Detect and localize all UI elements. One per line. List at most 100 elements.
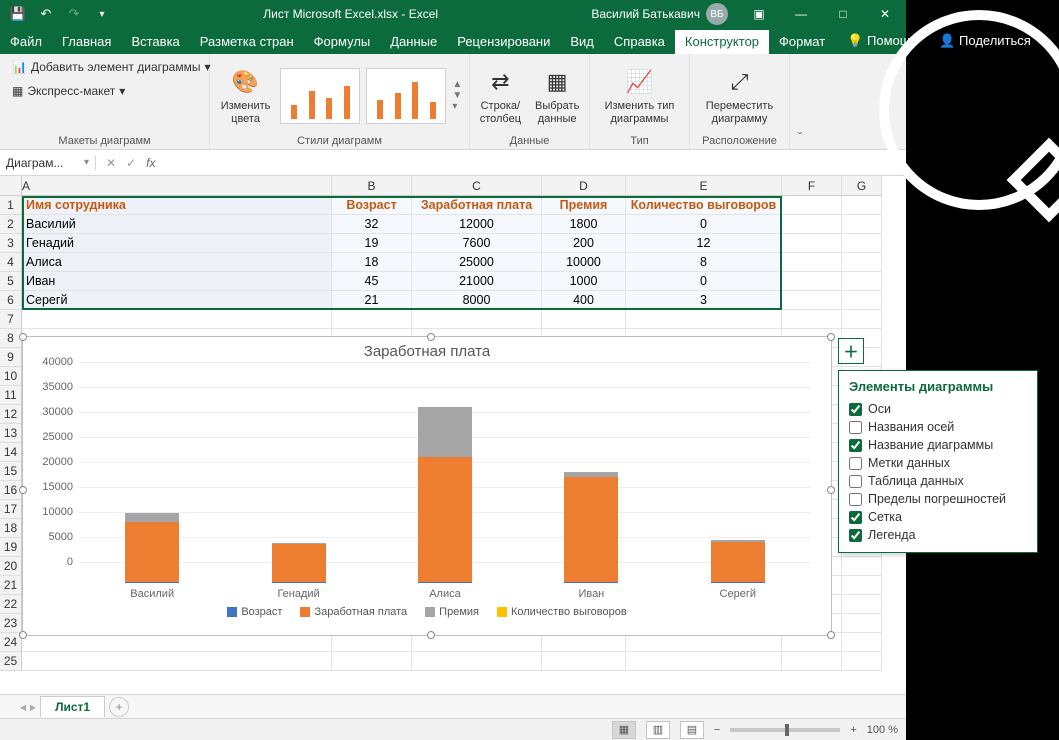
chart-element-option[interactable]: Пределы погрешностей xyxy=(849,490,1027,508)
checkbox[interactable] xyxy=(849,457,862,470)
ribbon-tab[interactable]: Данные xyxy=(380,30,447,54)
col-header[interactable]: B xyxy=(332,176,412,196)
cell[interactable] xyxy=(412,310,542,329)
row-header[interactable]: 12 xyxy=(0,405,22,424)
ribbon-tab[interactable]: Справка xyxy=(604,30,675,54)
cell[interactable]: Генадий xyxy=(22,234,332,253)
checkbox[interactable] xyxy=(849,439,862,452)
cell[interactable] xyxy=(842,614,882,633)
cell[interactable] xyxy=(842,595,882,614)
cell[interactable] xyxy=(782,253,842,272)
resize-handle[interactable] xyxy=(427,631,435,639)
name-box[interactable]: Диаграм...▾ xyxy=(0,156,96,170)
cell[interactable]: Серегй xyxy=(22,291,332,310)
bar-segment[interactable] xyxy=(125,513,179,522)
row-header[interactable]: 15 xyxy=(0,462,22,481)
chart-element-option[interactable]: Оси xyxy=(849,400,1027,418)
select-all-corner[interactable] xyxy=(0,176,22,196)
row-header[interactable]: 3 xyxy=(0,234,22,253)
chart-plot-area[interactable]: 0500010000150002000025000300003500040000… xyxy=(79,362,811,582)
row-header[interactable]: 6 xyxy=(0,291,22,310)
ribbon-tab[interactable]: Формат xyxy=(769,30,835,54)
cell[interactable] xyxy=(626,310,782,329)
checkbox[interactable] xyxy=(849,511,862,524)
cell[interactable]: 8000 xyxy=(412,291,542,310)
cell[interactable] xyxy=(782,652,842,671)
cell[interactable] xyxy=(22,652,332,671)
page-layout-view-icon[interactable]: ▥ xyxy=(646,721,670,739)
minimize-icon[interactable]: — xyxy=(780,0,822,28)
cell[interactable]: 400 xyxy=(542,291,626,310)
col-header[interactable]: C xyxy=(412,176,542,196)
page-break-view-icon[interactable]: ▤ xyxy=(680,721,704,739)
switch-row-column-button[interactable]: ⇄Строка/ столбец xyxy=(476,64,525,126)
row-header[interactable]: 14 xyxy=(0,443,22,462)
cell[interactable]: 18 xyxy=(332,253,412,272)
cell[interactable] xyxy=(842,272,882,291)
row-header[interactable]: 21 xyxy=(0,576,22,595)
chart-element-option[interactable]: Названия осей xyxy=(849,418,1027,436)
maximize-icon[interactable]: □ xyxy=(822,0,864,28)
checkbox[interactable] xyxy=(849,475,862,488)
change-chart-type-button[interactable]: 📈Изменить тип диаграммы xyxy=(601,64,679,126)
cell[interactable]: Алиса xyxy=(22,253,332,272)
cell[interactable] xyxy=(842,291,882,310)
cell[interactable]: Премия xyxy=(542,196,626,215)
legend-item[interactable]: Возраст xyxy=(227,606,282,618)
cell[interactable] xyxy=(842,196,882,215)
col-header[interactable]: F xyxy=(782,176,842,196)
cell[interactable]: 3 xyxy=(626,291,782,310)
cell[interactable] xyxy=(842,253,882,272)
bar-segment[interactable] xyxy=(272,544,326,582)
collapse-ribbon-icon[interactable]: ˇ xyxy=(790,54,810,149)
account-chip[interactable]: Василий Батькавич ВБ xyxy=(581,3,738,25)
checkbox[interactable] xyxy=(849,403,862,416)
cell[interactable] xyxy=(842,310,882,329)
zoom-in-button[interactable]: + xyxy=(850,724,856,736)
cell[interactable]: 10000 xyxy=(542,253,626,272)
cell[interactable]: 45 xyxy=(332,272,412,291)
col-header[interactable]: G xyxy=(842,176,882,196)
quick-layout-button[interactable]: ▦Экспресс-макет ▾ xyxy=(8,82,129,100)
cell[interactable]: 21000 xyxy=(412,272,542,291)
cell[interactable]: Имя сотрудника xyxy=(22,196,332,215)
legend-item[interactable]: Премия xyxy=(425,606,479,618)
cell[interactable] xyxy=(626,652,782,671)
zoom-level[interactable]: 100 % xyxy=(867,724,898,736)
bar-segment[interactable] xyxy=(418,457,472,582)
cell[interactable]: Василий xyxy=(22,215,332,234)
cell[interactable] xyxy=(412,652,542,671)
resize-handle[interactable] xyxy=(19,486,27,494)
cell[interactable] xyxy=(842,557,882,576)
chart-elements-button[interactable]: ＋ xyxy=(838,338,864,364)
change-colors-button[interactable]: 🎨 Изменить цвета xyxy=(217,64,275,126)
cell[interactable] xyxy=(842,576,882,595)
ribbon-tab[interactable]: Формулы xyxy=(304,30,381,54)
undo-icon[interactable]: ↶ xyxy=(34,2,58,26)
chart-element-option[interactable]: Таблица данных xyxy=(849,472,1027,490)
chart-element-option[interactable]: Метки данных xyxy=(849,454,1027,472)
cell[interactable] xyxy=(782,234,842,253)
cell[interactable] xyxy=(782,291,842,310)
chart-legend[interactable]: ВозрастЗаработная платаПремияКоличество … xyxy=(23,606,831,618)
cell[interactable] xyxy=(782,310,842,329)
resize-handle[interactable] xyxy=(19,631,27,639)
row-header[interactable]: 10 xyxy=(0,367,22,386)
add-chart-element-button[interactable]: 📊Добавить элемент диаграммы ▾ xyxy=(8,58,215,76)
normal-view-icon[interactable]: ▦ xyxy=(612,721,636,739)
col-header[interactable]: E xyxy=(626,176,782,196)
cell[interactable]: 1800 xyxy=(542,215,626,234)
ribbon-tab[interactable]: Вид xyxy=(560,30,604,54)
cell[interactable] xyxy=(332,310,412,329)
cell[interactable]: 19 xyxy=(332,234,412,253)
cell[interactable] xyxy=(542,310,626,329)
legend-item[interactable]: Заработная плата xyxy=(300,606,407,618)
cell[interactable]: Количество выговоров xyxy=(626,196,782,215)
bar-segment[interactable] xyxy=(418,407,472,457)
cell[interactable]: 12 xyxy=(626,234,782,253)
row-header[interactable]: 18 xyxy=(0,519,22,538)
cell[interactable] xyxy=(22,310,332,329)
resize-handle[interactable] xyxy=(827,631,835,639)
cell[interactable]: 12000 xyxy=(412,215,542,234)
cell[interactable]: 7600 xyxy=(412,234,542,253)
